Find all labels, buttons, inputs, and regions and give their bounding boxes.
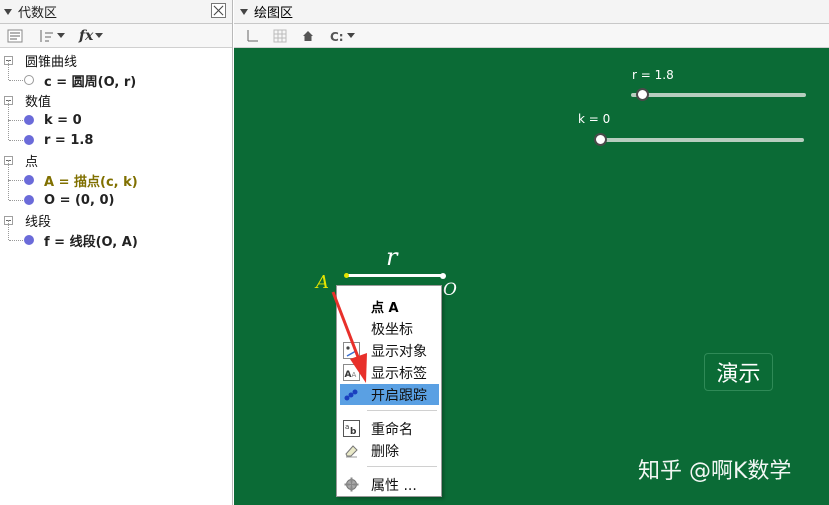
svg-text:a: a (345, 423, 349, 431)
slider-r-handle[interactable] (636, 88, 649, 101)
fx-icon: fx (79, 27, 94, 44)
object-label: r = 1.8 (44, 132, 94, 148)
menu-item-label: 属性 ... (371, 477, 417, 494)
rename-icon: a b (343, 420, 360, 437)
category-segments[interactable]: 线段 (0, 210, 232, 230)
eraser-icon (345, 445, 358, 458)
menu-item-label: 删除 (371, 443, 399, 460)
segment-f[interactable] (347, 274, 443, 277)
chevron-down-icon (57, 33, 65, 38)
menu-item-show-label[interactable]: A A 显示标签 (340, 362, 439, 383)
svg-text:A: A (345, 370, 352, 380)
capture-icon: C: (330, 30, 344, 43)
point-A[interactable] (344, 273, 349, 278)
menu-separator (367, 466, 437, 467)
input-mode-button[interactable]: fx (76, 27, 106, 45)
algebra-panel: 代数区 fx 圆锥曲线 c = 圆周(O, r) 数值 k = 0 r = 1.… (0, 0, 233, 505)
slider-r-label: r = 1.8 (632, 68, 674, 82)
axes-icon (247, 29, 258, 41)
point-label-O: O (443, 280, 457, 300)
sort-by-button[interactable] (34, 27, 68, 45)
graphics-panel-title: 绘图区 (254, 6, 294, 21)
category-label: 点 (25, 154, 39, 170)
menu-item-label: 显示对象 (371, 343, 427, 360)
menu-item-show-object[interactable]: 显示对象 (340, 340, 439, 361)
grid-icon (273, 29, 287, 42)
visibility-toggle-icon[interactable] (24, 235, 34, 245)
slider-k-label: k = 0 (578, 112, 611, 126)
menu-separator (367, 410, 437, 411)
object-tree: 圆锥曲线 c = 圆周(O, r) 数值 k = 0 r = 1.8 点 A =… (0, 50, 232, 250)
visibility-toggle-icon[interactable] (24, 115, 34, 125)
toggle-grid-button[interactable] (270, 27, 290, 45)
object-label: A = 描点(c, k) (44, 174, 138, 190)
gear-icon (344, 477, 359, 492)
context-menu: 点 A 极坐标 显示对象 A A 显示标签 开启跟踪 a b 重命名 删除 属性… (336, 285, 442, 497)
category-label: 圆锥曲线 (25, 54, 78, 70)
object-label: k = 0 (44, 112, 82, 128)
visibility-toggle-icon[interactable] (24, 195, 34, 205)
menu-item-polar-coords[interactable]: 极坐标 (340, 318, 439, 339)
demo-button[interactable]: 演示 (704, 353, 773, 391)
algebra-panel-title: 代数区 (18, 6, 58, 21)
visibility-toggle-icon[interactable] (24, 175, 34, 185)
watermark-text: 知乎 @啊K数学 (638, 459, 792, 484)
category-label: 数值 (25, 94, 52, 110)
show-object-icon (343, 342, 360, 359)
menu-item-label: 极坐标 (371, 321, 413, 338)
toggle-axes-button[interactable] (242, 27, 262, 45)
object-row-A[interactable]: A = 描点(c, k) (0, 160, 232, 190)
category-conics[interactable]: 圆锥曲线 (0, 50, 232, 70)
collapse-triangle-icon[interactable] (240, 8, 248, 15)
svg-text:C:: C: (330, 30, 344, 43)
home-icon (303, 30, 313, 41)
menu-item-trace-on[interactable]: 开启跟踪 (340, 384, 439, 405)
object-label: O = (0, 0) (44, 192, 115, 208)
list-lines-icon (7, 29, 23, 42)
close-icon[interactable] (211, 3, 226, 18)
algebra-toolbar: fx (0, 24, 232, 48)
chevron-down-icon (95, 33, 104, 38)
object-label: c = 圆周(O, r) (44, 74, 137, 90)
graphics-panel-header[interactable]: 绘图区 (234, 0, 829, 24)
algebra-panel-header[interactable]: 代数区 (0, 0, 232, 24)
svg-text:b: b (350, 427, 357, 437)
graphics-canvas[interactable]: r = 1.8 k = 0 r A O 演示 知乎 @啊K数学 (234, 48, 829, 505)
object-row-O[interactable]: O = (0, 0) (0, 180, 232, 210)
object-row-f[interactable]: f = 线段(O, A) (0, 220, 232, 250)
slider-k-handle[interactable] (594, 133, 607, 146)
category-label: 线段 (25, 214, 52, 230)
sort-icon (40, 29, 53, 42)
menu-item-label: 开启跟踪 (371, 387, 427, 404)
menu-item-rename[interactable]: a b 重命名 (340, 418, 439, 439)
point-capture-button[interactable]: C: (326, 27, 358, 45)
svg-text:A: A (352, 371, 357, 379)
object-row-c[interactable]: c = 圆周(O, r) (0, 60, 232, 90)
trace-icon (344, 389, 358, 401)
home-view-button[interactable] (298, 27, 318, 45)
context-menu-header: 点 A (371, 301, 399, 316)
menu-item-label: 重命名 (371, 421, 413, 438)
visibility-toggle-icon[interactable] (24, 75, 34, 85)
visibility-toggle-icon[interactable] (24, 135, 34, 145)
point-O[interactable] (440, 273, 446, 279)
slider-r-track[interactable] (631, 93, 806, 97)
point-label-A: A (316, 272, 329, 293)
show-label-icon: A A (343, 364, 360, 381)
category-points[interactable]: 点 (0, 150, 232, 170)
toggle-auxiliary-button[interactable] (4, 27, 26, 45)
category-numbers[interactable]: 数值 (0, 90, 232, 110)
menu-item-properties[interactable]: 属性 ... (340, 474, 439, 495)
slider-k-track[interactable] (596, 138, 804, 142)
object-row-k[interactable]: k = 0 (0, 100, 232, 130)
chevron-down-icon (347, 33, 355, 38)
object-label: f = 线段(O, A) (44, 234, 138, 250)
object-row-r[interactable]: r = 1.8 (0, 120, 232, 150)
collapse-triangle-icon[interactable] (4, 8, 12, 15)
segment-label-r: r (386, 243, 398, 271)
menu-item-label: 显示标签 (371, 365, 427, 382)
menu-item-delete[interactable]: 删除 (340, 440, 439, 461)
graphics-toolbar: C: (234, 24, 829, 48)
